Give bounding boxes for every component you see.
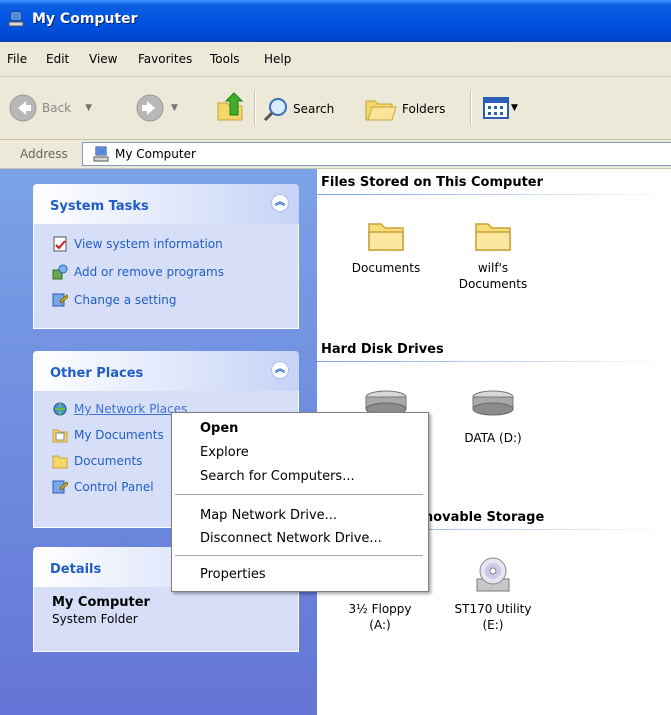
views-icon bbox=[483, 97, 509, 119]
menu-view[interactable]: View bbox=[89, 52, 117, 66]
place-control-panel[interactable]: Control Panel bbox=[52, 479, 154, 495]
back-dropdown-icon[interactable]: ▼ bbox=[85, 103, 92, 113]
search-label: Search bbox=[293, 102, 335, 116]
task-change-setting[interactable]: Change a setting bbox=[52, 292, 177, 308]
menu-bar: File Edit View Favorites Tools Help bbox=[0, 42, 671, 77]
my-computer-icon bbox=[93, 146, 109, 162]
title-bar[interactable]: My Computer bbox=[0, 0, 671, 42]
menu-file[interactable]: File bbox=[7, 52, 27, 66]
context-menu: Open Explore Search for Computers... Map… bbox=[171, 412, 429, 592]
menu-edit[interactable]: Edit bbox=[46, 52, 69, 66]
menu-item-properties[interactable]: Properties bbox=[200, 567, 266, 582]
up-folder-icon bbox=[217, 92, 244, 121]
cd-drive-icon bbox=[476, 557, 510, 592]
system-tasks-panel: System Tasks ︽ View system information A… bbox=[33, 184, 299, 329]
task-label: Add or remove programs bbox=[74, 265, 224, 279]
menu-separator bbox=[175, 555, 423, 556]
forward-dropdown-icon[interactable]: ▼ bbox=[171, 103, 178, 113]
menu-tools[interactable]: Tools bbox=[210, 52, 240, 66]
back-label: Back bbox=[42, 101, 72, 115]
other-places-header[interactable]: Other Places ︽ bbox=[33, 351, 299, 391]
toolbar-separator bbox=[254, 91, 256, 125]
task-view-system-information[interactable]: View system information bbox=[52, 236, 223, 252]
my-computer-icon bbox=[8, 11, 24, 27]
folder-documents[interactable]: Documents bbox=[336, 218, 436, 276]
up-folder-button[interactable] bbox=[215, 91, 245, 123]
address-value: My Computer bbox=[115, 147, 196, 161]
search-icon bbox=[263, 98, 287, 121]
details-type: System Folder bbox=[52, 612, 138, 626]
forward-arrow-icon bbox=[136, 94, 164, 122]
menu-item-search-computers[interactable]: Search for Computers... bbox=[200, 469, 355, 484]
system-tasks-header[interactable]: System Tasks ︽ bbox=[33, 184, 299, 224]
folder-icon bbox=[52, 455, 68, 469]
collapse-chevron-icon[interactable]: ︽ bbox=[271, 361, 289, 379]
collapse-chevron-icon[interactable]: ︽ bbox=[271, 194, 289, 212]
search-button[interactable]: Search bbox=[263, 97, 334, 121]
drive-label: ST170 Utility (E:) bbox=[454, 602, 532, 632]
group-hard-disk-drives: Hard Disk Drives bbox=[321, 342, 444, 357]
drive-st170-utility-e[interactable]: ST170 Utility (E:) bbox=[443, 555, 543, 633]
place-documents[interactable]: Documents bbox=[52, 453, 142, 469]
place-my-network-places[interactable]: My Network Places bbox=[52, 401, 187, 417]
folder-icon bbox=[368, 223, 404, 251]
views-button[interactable]: ▼ bbox=[483, 97, 518, 119]
menu-favorites[interactable]: Favorites bbox=[138, 52, 192, 66]
place-my-documents[interactable]: My Documents bbox=[52, 427, 164, 443]
address-label: Address bbox=[20, 147, 68, 161]
toolbar: Back ▼ ▼ Search Folders ▼ bbox=[0, 77, 671, 140]
menu-item-map-network-drive[interactable]: Map Network Drive... bbox=[200, 508, 337, 523]
forward-button[interactable]: ▼ bbox=[135, 93, 178, 123]
address-input[interactable]: My Computer bbox=[82, 142, 671, 166]
place-label: Documents bbox=[74, 454, 143, 468]
my-documents-icon bbox=[52, 429, 68, 443]
menu-item-open[interactable]: Open bbox=[200, 421, 238, 436]
folder-wilfs-documents[interactable]: wilf's Documents bbox=[443, 218, 543, 292]
place-label: My Documents bbox=[74, 428, 164, 442]
menu-item-disconnect-network-drive[interactable]: Disconnect Network Drive... bbox=[200, 531, 382, 546]
details-name: My Computer bbox=[52, 595, 150, 610]
group-files-stored: Files Stored on This Computer bbox=[321, 175, 544, 190]
task-label: View system information bbox=[74, 237, 223, 251]
group-divider bbox=[317, 361, 671, 362]
address-bar: Address My Computer bbox=[0, 140, 671, 169]
back-button[interactable]: Back ▼ bbox=[8, 93, 92, 123]
system-tasks-body: View system information Add or remove pr… bbox=[33, 224, 299, 329]
toolbar-separator bbox=[470, 91, 472, 125]
hard-disk-icon bbox=[472, 390, 514, 416]
place-label: Control Panel bbox=[74, 480, 154, 494]
details-body: My Computer System Folder bbox=[33, 587, 299, 652]
system-tasks-title: System Tasks bbox=[50, 199, 149, 214]
folder-label: Documents bbox=[351, 261, 421, 275]
views-dropdown-icon[interactable]: ▼ bbox=[511, 103, 518, 113]
control-panel-icon bbox=[52, 480, 68, 494]
folder-icon bbox=[475, 223, 511, 251]
other-places-title: Other Places bbox=[50, 366, 144, 381]
system-info-icon bbox=[53, 236, 67, 252]
menu-separator bbox=[175, 494, 423, 495]
add-remove-programs-icon bbox=[52, 264, 68, 280]
menu-item-explore[interactable]: Explore bbox=[200, 445, 249, 460]
control-panel-icon bbox=[52, 293, 68, 307]
task-add-remove-programs[interactable]: Add or remove programs bbox=[52, 264, 224, 280]
details-title: Details bbox=[50, 562, 102, 577]
folders-icon bbox=[365, 100, 397, 121]
drive-label: DATA (D:) bbox=[464, 431, 522, 445]
network-places-icon bbox=[53, 402, 67, 416]
window-title: My Computer bbox=[32, 11, 138, 27]
folders-button[interactable]: Folders bbox=[364, 95, 445, 123]
drive-data-d[interactable]: DATA (D:) bbox=[443, 388, 543, 446]
group-divider bbox=[317, 194, 671, 195]
menu-help[interactable]: Help bbox=[264, 52, 291, 66]
folder-label: wilf's Documents bbox=[458, 261, 528, 291]
task-label: Change a setting bbox=[74, 293, 177, 307]
back-arrow-icon bbox=[9, 94, 37, 122]
folders-label: Folders bbox=[402, 102, 446, 116]
drive-label: 3½ Floppy (A:) bbox=[348, 602, 412, 632]
